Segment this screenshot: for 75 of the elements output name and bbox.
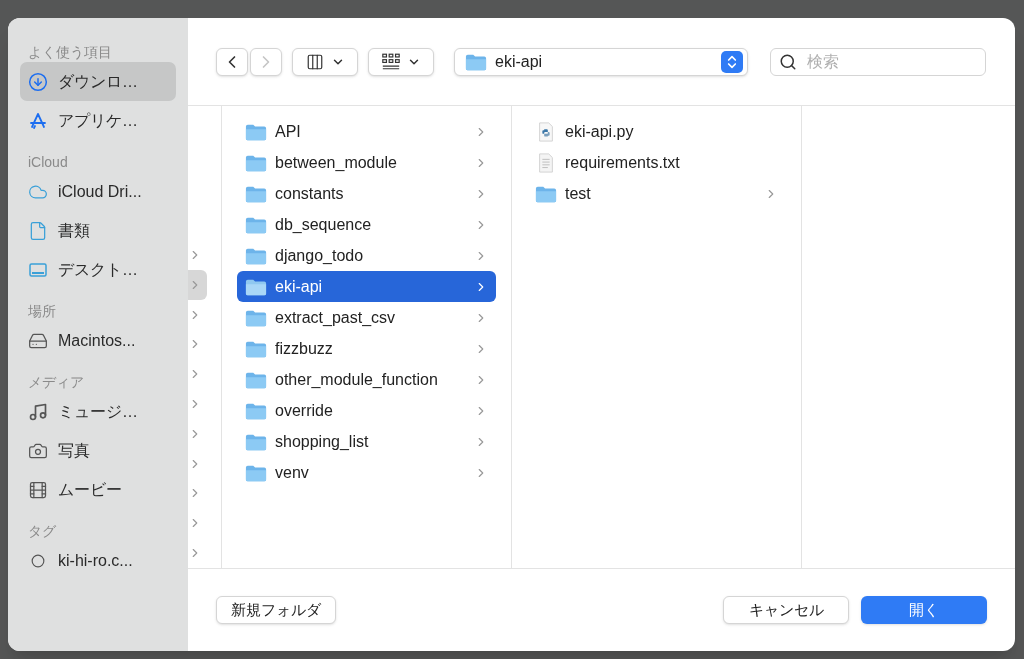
download-icon: [28, 71, 48, 92]
file-row[interactable]: override: [237, 395, 496, 426]
file-name: fizzbuzz: [275, 338, 334, 359]
file-row[interactable]: test: [527, 178, 786, 209]
file-row[interactable]: django_todo: [237, 240, 496, 271]
sidebar-label: iCloud Dri...: [58, 181, 142, 202]
sidebar-item[interactable]: デスクト…: [20, 250, 176, 289]
file-row[interactable]: eki-api.py: [527, 116, 786, 147]
file-name: eki-api: [275, 276, 324, 297]
file-name: django_todo: [275, 245, 365, 266]
file-row[interactable]: API: [237, 116, 496, 147]
file-name: db_sequence: [275, 214, 373, 235]
open-button[interactable]: 開く: [861, 596, 987, 624]
file-name: shopping_list: [275, 431, 370, 452]
cancel-button[interactable]: キャンセル: [723, 596, 849, 624]
tag-icon: [31, 553, 45, 568]
file-row[interactable]: fizzbuzz: [237, 333, 496, 364]
sidebar-heading: タグ: [27, 522, 57, 539]
file-name: eki-api.py: [565, 121, 635, 142]
sidebar-item[interactable]: ミュージ…: [20, 392, 176, 431]
sidebar-item[interactable]: ki-hi-ro.c...: [20, 541, 176, 580]
file-row[interactable]: eki-api: [237, 271, 496, 302]
file-row[interactable]: shopping_list: [237, 426, 496, 457]
file-name: API: [275, 121, 302, 142]
sidebar-item[interactable]: ダウンロ…: [20, 62, 176, 101]
file-name: requirements.txt: [565, 152, 681, 173]
view-mode-button[interactable]: [292, 47, 358, 76]
sidebar-heading: メディア: [27, 373, 85, 390]
sidebar-heading: よく使う項目: [27, 43, 113, 60]
film-icon: [28, 479, 48, 500]
sidebar-label: ミュージ…: [58, 401, 138, 422]
file-name: constants: [275, 183, 345, 204]
sidebar-item[interactable]: Macintos...: [20, 321, 176, 360]
file-name: between_module: [275, 152, 398, 173]
file-row[interactable]: db_sequence: [237, 209, 496, 240]
search-field[interactable]: 検索: [770, 47, 986, 76]
new-folder-button[interactable]: 新規フォルダ: [216, 596, 336, 624]
stepper-icon: [721, 50, 743, 73]
sidebar-heading: 場所: [27, 302, 57, 319]
sidebar-label: ダウンロ…: [58, 71, 138, 92]
path-popup[interactable]: eki-api: [454, 47, 748, 76]
sidebar-item[interactable]: 書類: [20, 211, 176, 250]
sidebar-label: アプリケ…: [58, 110, 138, 131]
file-name: venv: [275, 462, 310, 483]
file-name: extract_past_csv: [275, 307, 397, 328]
file-row[interactable]: between_module: [237, 147, 496, 178]
file-name: other_module_function: [275, 369, 439, 390]
back-button[interactable]: [216, 47, 248, 76]
sidebar-label: 写真: [58, 440, 90, 461]
search-icon: [779, 52, 797, 71]
file-name: override: [275, 400, 334, 421]
sidebar-label: ki-hi-ro.c...: [58, 550, 133, 571]
file-row[interactable]: other_module_function: [237, 364, 496, 395]
columns-icon: [305, 52, 325, 71]
sidebar-item[interactable]: 写真: [20, 431, 176, 470]
sidebar-item[interactable]: ムービー: [20, 470, 176, 509]
sidebar-heading: iCloud: [27, 153, 69, 170]
sidebar-item[interactable]: iCloud Dri...: [20, 172, 176, 211]
file-row[interactable]: venv: [237, 457, 496, 488]
music-icon: [28, 401, 48, 422]
group-button[interactable]: [368, 47, 434, 76]
grid-icon: [381, 53, 401, 70]
column-row[interactable]: [188, 269, 207, 300]
sidebar-label: Macintos...: [58, 330, 136, 351]
sidebar-label: 書類: [58, 220, 90, 241]
path-label: eki-api: [495, 51, 544, 72]
sidebar-item[interactable]: アプリケ…: [20, 101, 176, 140]
file-name: test: [565, 183, 592, 204]
file-row[interactable]: requirements.txt: [527, 147, 786, 178]
apps-icon: [28, 110, 48, 131]
sidebar-label: ムービー: [58, 479, 122, 500]
document-icon: [28, 220, 48, 241]
sidebar-label: デスクト…: [58, 259, 138, 280]
file-row[interactable]: extract_past_csv: [237, 302, 496, 333]
file-row[interactable]: constants: [237, 178, 496, 209]
